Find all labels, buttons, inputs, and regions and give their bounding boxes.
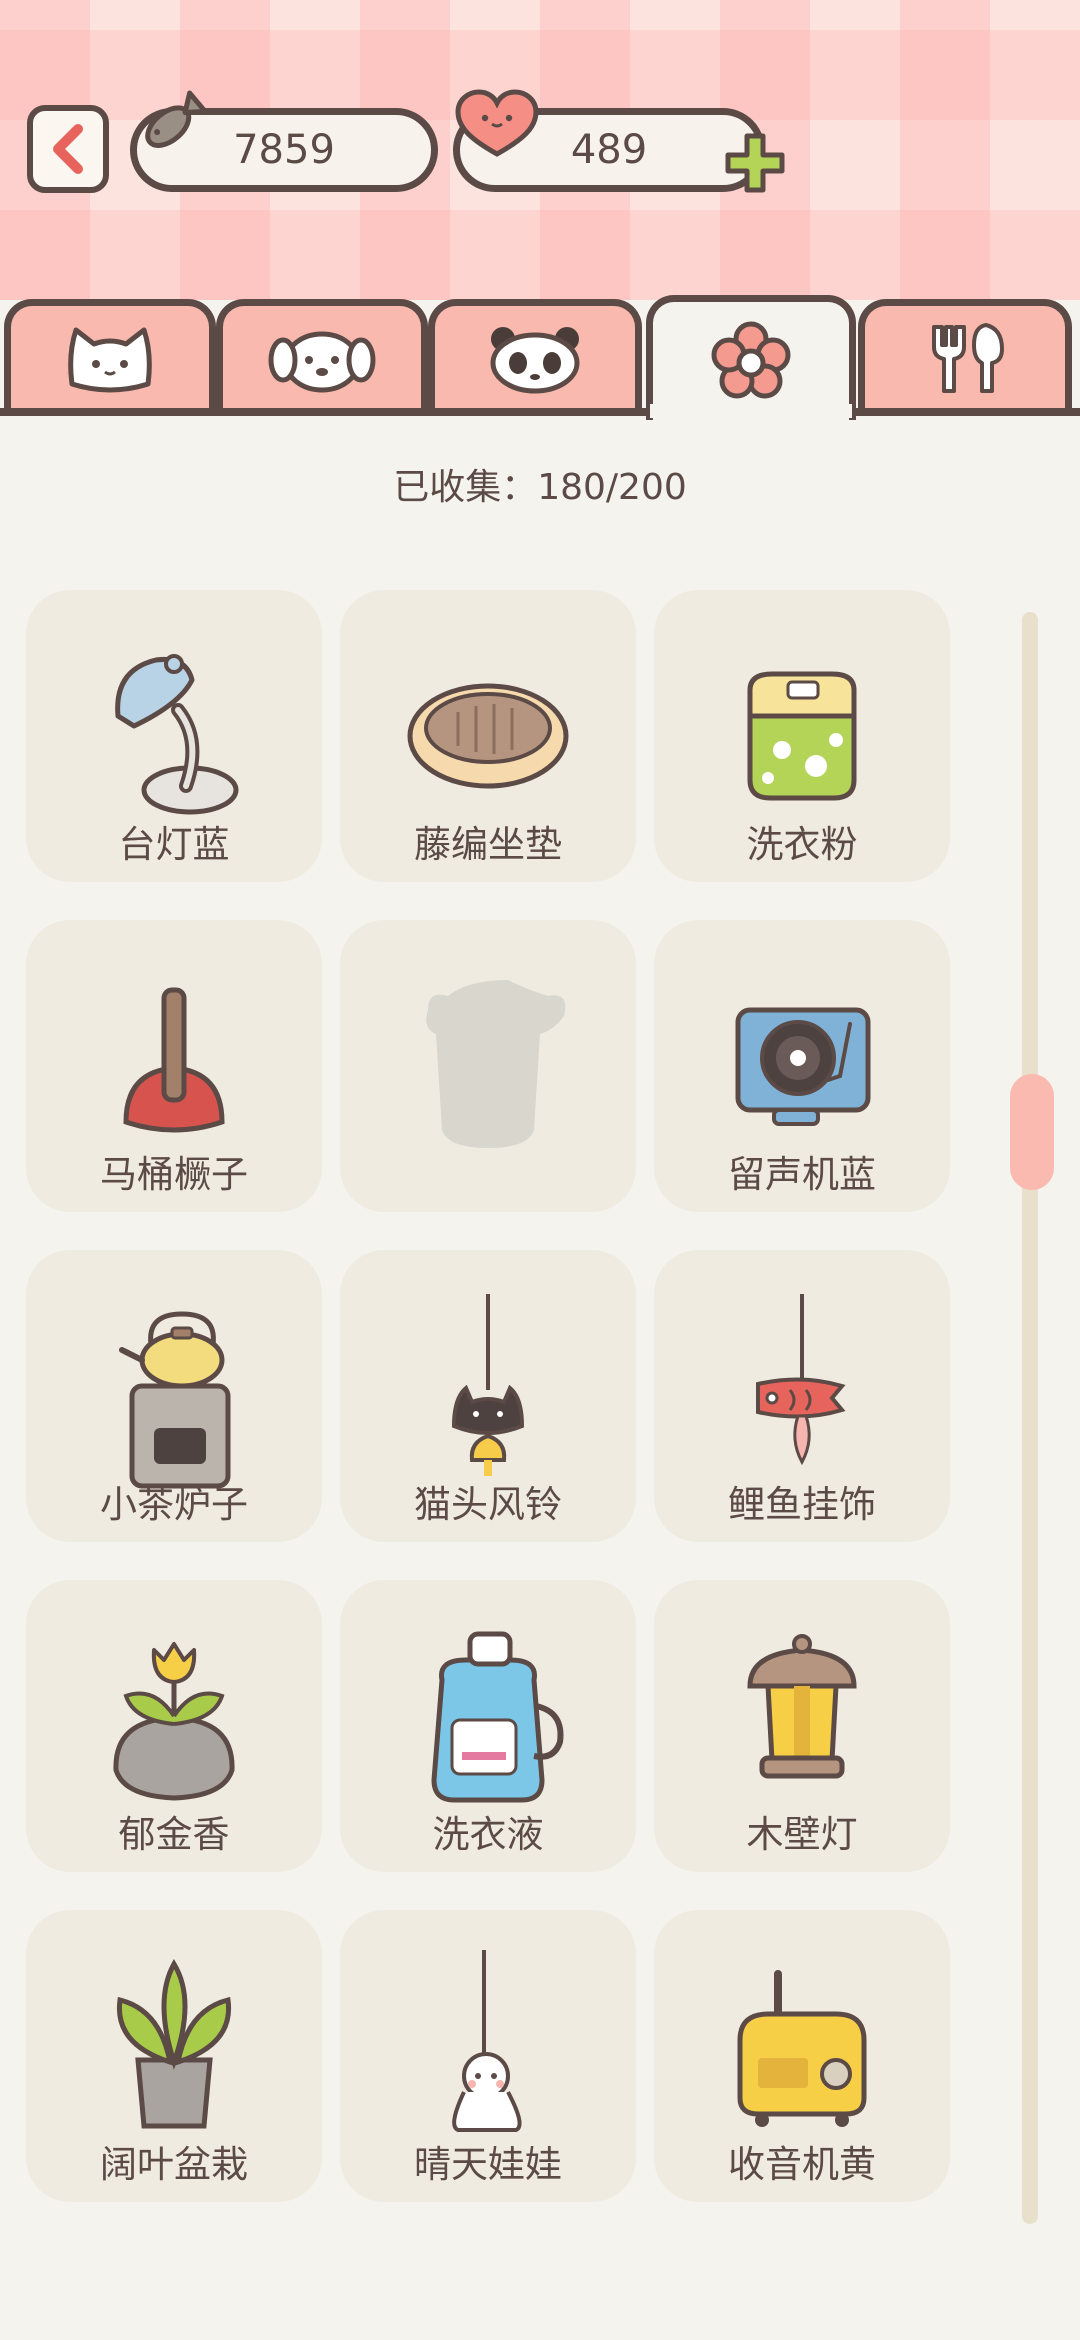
fish-icon (145, 90, 208, 148)
fork-spoon-icon (932, 322, 1004, 393)
tab-food[interactable] (858, 299, 1072, 411)
item-card[interactable]: 留声机蓝 (654, 920, 950, 1212)
tab-cats[interactable] (4, 299, 216, 411)
scrollbar-thumb[interactable] (1010, 1074, 1054, 1190)
wall-lamp-icon (747, 1634, 857, 1779)
item-label: 留声机蓝 (728, 1153, 876, 1196)
item-label: 台灯蓝 (118, 823, 230, 866)
item-label: 郁金香 (118, 1813, 230, 1856)
scrollbar-track[interactable] (1022, 612, 1038, 2224)
tab-decor[interactable] (646, 295, 856, 420)
laundry-liquid-icon (431, 1631, 564, 1803)
category-tabs (0, 295, 1080, 420)
item-card[interactable]: 阔叶盆栽 (26, 1910, 322, 2202)
item-card[interactable]: 郁金香 (26, 1580, 322, 1872)
tab-pandas[interactable] (428, 299, 642, 411)
item-card-locked[interactable] (340, 920, 636, 1212)
active-tab-gap (650, 404, 852, 418)
item-label: 阔叶盆栽 (100, 2143, 248, 2186)
item-card[interactable]: 晴天娃娃 (340, 1910, 636, 2202)
item-card[interactable]: 藤编坐垫 (340, 590, 636, 882)
teru-teru-bozu-icon (452, 1950, 522, 2132)
item-card[interactable]: 洗衣粉 (654, 590, 950, 882)
item-card[interactable]: 小茶炉子 (26, 1250, 322, 1542)
cat-wind-chime-icon (451, 1294, 525, 1476)
tab-divider (0, 408, 1080, 416)
item-card[interactable]: 台灯蓝 (26, 590, 322, 882)
item-label: 小茶炉子 (100, 1483, 248, 1526)
tea-stove-icon (119, 1311, 231, 1489)
item-label: 洗衣粉 (746, 823, 858, 866)
tab-dogs[interactable] (216, 299, 428, 411)
item-label: 晴天娃娃 (414, 2143, 562, 2186)
dog-face-icon (268, 331, 376, 392)
item-card[interactable]: 洗衣液 (340, 1580, 636, 1872)
item-card[interactable]: 猫头风铃 (340, 1250, 636, 1542)
item-label: 收音机黄 (728, 2143, 876, 2186)
cat-face-icon (68, 327, 152, 392)
item-label: 马桶橛子 (100, 1153, 248, 1196)
tulip-icon (113, 1642, 235, 1801)
locked-silhouette-icon (426, 980, 566, 1148)
heart-icon (455, 89, 539, 157)
back-arrow-icon (53, 124, 83, 174)
item-label: 猫头风铃 (414, 1483, 562, 1526)
plunger-icon (123, 987, 225, 1133)
item-label: 鲤鱼挂饰 (728, 1483, 876, 1526)
radio-icon (737, 1970, 867, 2127)
detergent-powder-icon (747, 671, 857, 801)
item-card[interactable]: 木壁灯 (654, 1580, 950, 1872)
back-button[interactable] (27, 105, 109, 193)
item-card[interactable]: 鲤鱼挂饰 (654, 1250, 950, 1542)
desk-lamp-icon (115, 654, 239, 815)
rattan-cushion-icon (407, 683, 569, 789)
add-hearts-button[interactable] (722, 130, 788, 196)
collection-progress: 已收集：180/200 (393, 467, 687, 508)
item-label: 木壁灯 (746, 1813, 858, 1856)
potted-plant-icon (116, 1959, 232, 2129)
item-label: 藤编坐垫 (414, 823, 562, 866)
carp-ornament-icon (756, 1294, 846, 1466)
item-card[interactable]: 马桶橛子 (26, 920, 322, 1212)
record-player-icon (735, 1007, 871, 1126)
panda-face-icon (490, 326, 580, 393)
item-card[interactable]: 收音机黄 (654, 1910, 950, 2202)
flower-icon (711, 321, 791, 399)
item-label: 洗衣液 (432, 1813, 544, 1856)
